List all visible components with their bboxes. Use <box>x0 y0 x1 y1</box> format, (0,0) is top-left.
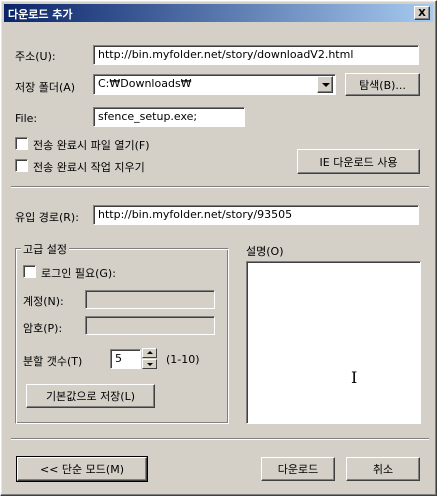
save-folder-value: C:₩Downloads₩ <box>98 77 192 90</box>
ie-download-button[interactable]: IE 다운로드 사용 <box>297 149 420 174</box>
spin-down-icon <box>147 363 153 366</box>
text-cursor-icon: I <box>351 368 358 387</box>
clear-after-complete-checkbox[interactable] <box>15 159 28 172</box>
separator-top <box>11 186 429 188</box>
spin-up-icon <box>147 351 153 354</box>
open-after-complete-label: 전송 완료시 파일 열기(F) <box>33 139 150 152</box>
split-range-hint: (1-10) <box>166 353 200 366</box>
split-count-input[interactable]: 5 <box>110 349 141 369</box>
split-count-up-button[interactable] <box>142 348 157 358</box>
save-default-button[interactable]: 기본값으로 저장(L) <box>26 384 155 408</box>
address-input[interactable]: http://bin.myfolder.net/story/downloadV2… <box>93 45 419 65</box>
password-label: 암호(P): <box>23 322 63 335</box>
browse-button[interactable]: 탐색(B)... <box>345 73 420 96</box>
account-input[interactable] <box>85 290 215 309</box>
account-label: 계정(N): <box>23 295 64 308</box>
simple-mode-button[interactable]: << 단순 모드(M) <box>16 456 148 482</box>
split-count-down-button[interactable] <box>142 359 157 369</box>
download-button[interactable]: 다운로드 <box>261 457 335 481</box>
advanced-settings-title: 고급 설정 <box>21 241 69 257</box>
referrer-input[interactable]: http://bin.myfolder.net/story/93505 <box>93 205 419 225</box>
file-input[interactable]: sfence_setup.exe; <box>93 107 245 127</box>
split-count-label: 분할 갯수(T) <box>23 355 83 368</box>
save-folder-label: 저장 폴더(A) <box>15 81 76 94</box>
cancel-button[interactable]: 취소 <box>346 457 420 481</box>
close-icon: X <box>418 7 426 19</box>
login-required-checkbox[interactable] <box>23 265 36 278</box>
file-label: File: <box>15 112 38 125</box>
open-after-complete-checkbox[interactable] <box>15 137 28 150</box>
title-bar[interactable]: 다운로드 추가 X <box>4 4 433 22</box>
password-input[interactable] <box>85 316 215 335</box>
save-folder-select[interactable]: C:₩Downloads₩ <box>93 74 336 95</box>
close-button[interactable]: X <box>414 6 430 20</box>
clear-after-complete-label: 전송 완료시 작업 지우기 <box>33 161 145 174</box>
add-download-dialog: 다운로드 추가 X 주소(U): http://bin.myfolder.net… <box>0 0 437 496</box>
chevron-down-icon <box>322 83 330 87</box>
separator-bottom <box>11 438 429 440</box>
referrer-label: 유입 경로(R): <box>15 211 79 224</box>
login-required-label: 로그인 필요(G): <box>41 267 116 280</box>
description-label: 설명(O) <box>246 245 284 258</box>
address-label: 주소(U): <box>15 50 56 63</box>
dialog-title: 다운로드 추가 <box>8 8 73 21</box>
description-textarea[interactable]: I <box>246 261 421 424</box>
save-folder-dropdown-button[interactable] <box>317 76 333 93</box>
